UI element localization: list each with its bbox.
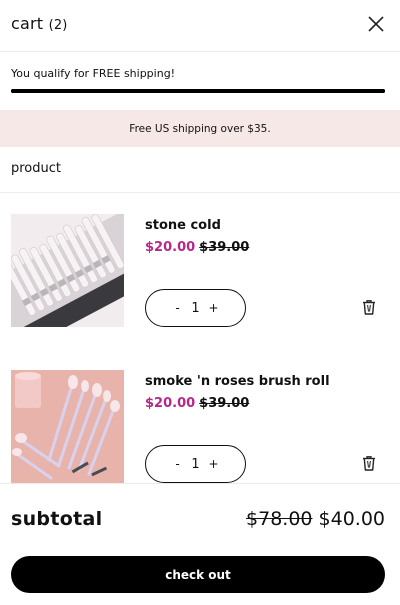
subtotal-original: $78.00 [246,508,313,530]
subtotal-label: subtotal [11,508,103,530]
quantity-value: 1 [191,300,200,316]
cart-title: cart (2) [11,14,68,33]
sale-price: $20.00 [145,396,196,411]
free-shipping-message: You qualify for FREE shipping! [11,67,176,80]
trash-icon[interactable] [360,298,378,316]
product-price: $20.00 $39.00 [145,240,249,255]
product-price: $20.00 $39.00 [145,396,249,411]
product-name[interactable]: smoke 'n roses brush roll [145,374,330,389]
product-section-label: product [11,161,62,176]
shipping-progress-fill [11,89,385,93]
product-name[interactable]: stone cold [145,218,221,233]
shipping-banner: Free US shipping over $35. [0,110,400,147]
cart-item-count: (2) [48,18,68,33]
cart-header: cart (2) [0,0,400,52]
original-price: $39.00 [199,240,250,255]
cart-item: smoke 'n roses brush roll $20.00 $39.00 -… [0,349,400,483]
trash-icon[interactable] [360,454,378,472]
subtotal-current: $40.00 [318,508,385,530]
checkout-button-label: check out [165,567,231,582]
checkout-button[interactable]: check out [11,556,385,593]
product-image[interactable] [11,214,124,327]
divider [0,483,400,484]
quantity-value: 1 [191,456,200,472]
quantity-stepper: - 1 + [145,289,246,327]
shipping-banner-text: Free US shipping over $35. [129,122,271,135]
quantity-stepper: - 1 + [145,445,246,483]
decrease-quantity-button[interactable]: - [169,457,187,471]
shipping-progress-bar [11,89,385,93]
close-icon[interactable] [364,12,388,36]
cart-title-text: cart [11,14,44,33]
decrease-quantity-button[interactable]: - [169,301,187,315]
subtotal-amounts: $78.00 $40.00 [246,508,385,530]
cart-items-list[interactable]: stone cold $20.00 $39.00 - 1 + smoke 'n … [0,193,400,483]
cart-item: stone cold $20.00 $39.00 - 1 + [0,193,400,333]
increase-quantity-button[interactable]: + [205,301,223,315]
sale-price: $20.00 [145,240,196,255]
product-image[interactable] [11,370,124,483]
increase-quantity-button[interactable]: + [205,457,223,471]
original-price: $39.00 [199,396,250,411]
